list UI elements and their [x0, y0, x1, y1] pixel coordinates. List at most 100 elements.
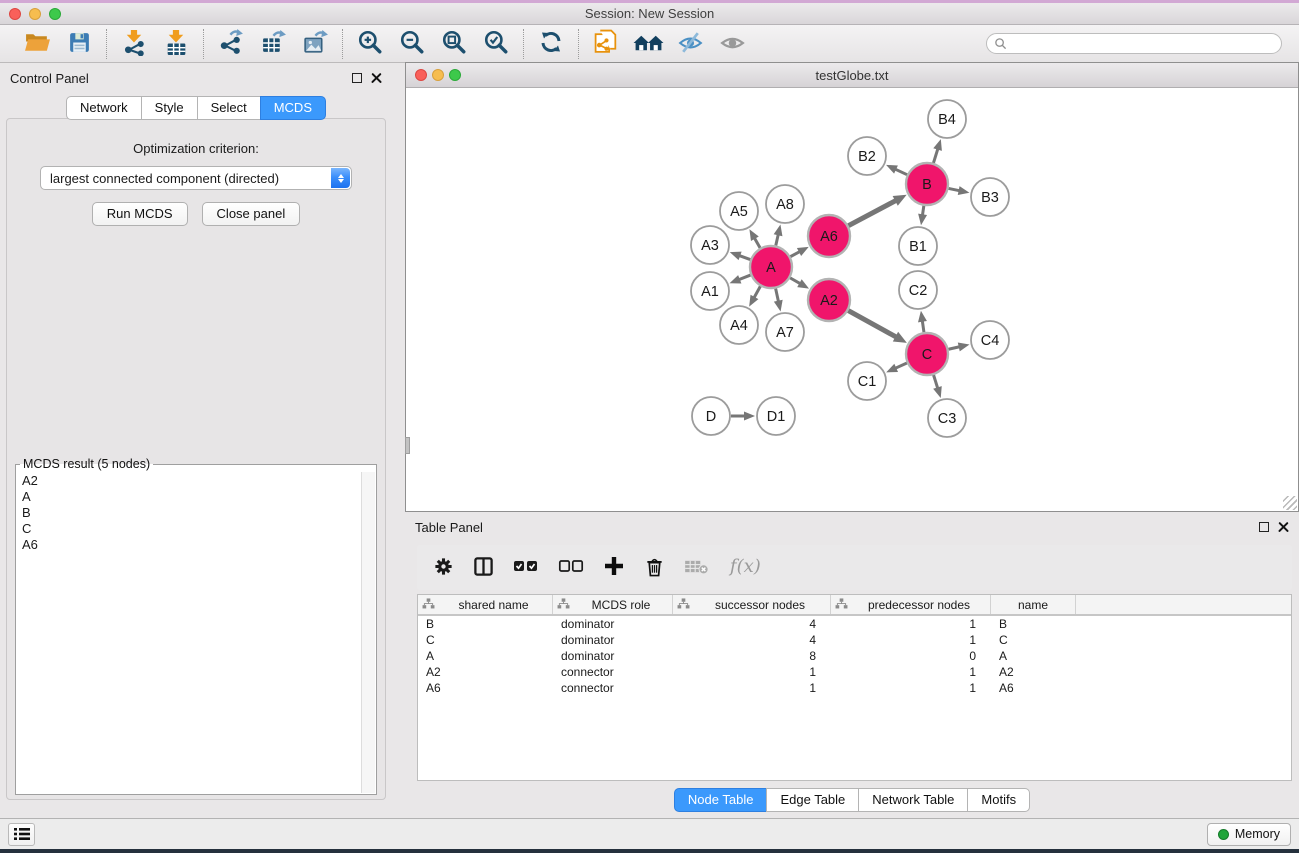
- graph-node-D1[interactable]: D1: [757, 397, 795, 435]
- show-all-button[interactable]: [715, 29, 749, 59]
- tab-mcds[interactable]: MCDS: [260, 96, 326, 120]
- clone-network-button[interactable]: [589, 29, 623, 59]
- graph-node-C1[interactable]: C1: [848, 362, 886, 400]
- result-list-item[interactable]: B: [17, 504, 361, 520]
- network-canvas[interactable]: B4 B2 B B3 A8A5 A6 A3 B1 A A1 C2 A2 A4A7 C4 C C1 D D1 C3: [406, 88, 1298, 511]
- graph-node-C2[interactable]: C2: [899, 271, 937, 309]
- run-mcds-button[interactable]: Run MCDS: [92, 202, 188, 226]
- select-all-button[interactable]: [513, 558, 539, 577]
- table-row-A6[interactable]: A6connector11A6: [418, 680, 1291, 696]
- result-list-item[interactable]: A6: [17, 536, 361, 552]
- delete-columns-button[interactable]: [644, 556, 665, 580]
- tab-edge-table[interactable]: Edge Table: [766, 788, 859, 812]
- close-window-button[interactable]: [9, 8, 21, 20]
- create-column-button[interactable]: [603, 555, 625, 580]
- show-columns-button[interactable]: [473, 556, 494, 580]
- first-neighbors-button[interactable]: [631, 29, 665, 59]
- graph-node-A2[interactable]: A2: [808, 279, 850, 321]
- graph-node-A4[interactable]: A4: [720, 306, 758, 344]
- result-list-scrollbar[interactable]: [361, 472, 375, 793]
- graph-node-B2[interactable]: B2: [848, 137, 886, 175]
- graph-edge-arrow: [918, 311, 927, 323]
- float-table-panel-icon[interactable]: [1259, 522, 1269, 532]
- tab-select[interactable]: Select: [197, 96, 261, 120]
- network-close-button[interactable]: [415, 69, 427, 81]
- result-list-item[interactable]: C: [17, 520, 361, 536]
- column-header-name[interactable]: name: [991, 595, 1076, 614]
- deselect-all-button[interactable]: [558, 558, 584, 577]
- graph-node-A8[interactable]: A8: [766, 185, 804, 223]
- tab-node-table[interactable]: Node Table: [674, 788, 768, 812]
- graph-node-B[interactable]: B: [906, 163, 948, 205]
- settings-button[interactable]: [433, 556, 454, 580]
- graph-node-A6[interactable]: A6: [808, 215, 850, 257]
- zoom-out-button[interactable]: [395, 29, 429, 59]
- graph-node-B4[interactable]: B4: [928, 100, 966, 138]
- table-row-A[interactable]: Adominator80A: [418, 648, 1291, 664]
- zoom-selected-button[interactable]: [479, 29, 513, 59]
- graph-node-A[interactable]: A: [750, 246, 792, 288]
- table-cell: A: [991, 648, 1076, 664]
- graph-node-C4[interactable]: C4: [971, 321, 1009, 359]
- graph-edge-arrow: [933, 386, 942, 398]
- table-cell: dominator: [553, 632, 673, 648]
- minimize-window-button[interactable]: [29, 8, 41, 20]
- close-panel-icon[interactable]: [371, 73, 382, 84]
- graph-node-C[interactable]: C: [906, 333, 948, 375]
- result-list-item[interactable]: A: [17, 488, 361, 504]
- network-minimize-button[interactable]: [432, 69, 444, 81]
- criterion-select[interactable]: largest connected component (directed): [40, 166, 352, 190]
- window-resize-grip[interactable]: [1283, 496, 1297, 510]
- open-session-button[interactable]: [20, 29, 54, 59]
- graph-node-label: D1: [767, 409, 786, 425]
- zoom-fit-button[interactable]: [437, 29, 471, 59]
- tab-network-table[interactable]: Network Table: [858, 788, 968, 812]
- column-header-shared-name[interactable]: shared name: [418, 595, 553, 614]
- export-image-button[interactable]: [298, 29, 332, 59]
- table-row-A2[interactable]: A2connector11A2: [418, 664, 1291, 680]
- refresh-button[interactable]: [534, 29, 568, 59]
- save-session-button[interactable]: [62, 29, 96, 59]
- export-table-button[interactable]: [256, 29, 290, 59]
- close-panel-button[interactable]: Close panel: [202, 202, 301, 226]
- table-row-C[interactable]: Cdominator41C: [418, 632, 1291, 648]
- graph-node-A5[interactable]: A5: [720, 192, 758, 230]
- memory-button[interactable]: Memory: [1207, 823, 1291, 846]
- hide-selected-button[interactable]: [673, 29, 707, 59]
- zoom-window-button[interactable]: [49, 8, 61, 20]
- float-panel-icon[interactable]: [352, 73, 362, 83]
- graph-node-B1[interactable]: B1: [899, 227, 937, 265]
- column-tree-icon: [677, 598, 694, 612]
- search-input[interactable]: [986, 33, 1282, 54]
- import-table-button[interactable]: [159, 29, 193, 59]
- table-cell: dominator: [553, 648, 673, 664]
- network-zoom-button[interactable]: [449, 69, 461, 81]
- graph-node-A3[interactable]: A3: [691, 226, 729, 264]
- graph-node-A1[interactable]: A1: [691, 272, 729, 310]
- column-header-successor-nodes[interactable]: successor nodes: [673, 595, 831, 614]
- table-cell-filler: [1076, 664, 1291, 680]
- result-list-item[interactable]: A2: [17, 472, 361, 488]
- search-field-wrap: [986, 33, 1282, 54]
- search-icon: [994, 37, 1007, 50]
- zoom-in-button[interactable]: [353, 29, 387, 59]
- column-header-predecessor-nodes[interactable]: predecessor nodes: [831, 595, 991, 614]
- graph-node-C3[interactable]: C3: [928, 399, 966, 437]
- export-network-button[interactable]: [214, 29, 248, 59]
- column-header-MCDS-role[interactable]: MCDS role: [553, 595, 673, 614]
- tab-style[interactable]: Style: [141, 96, 198, 120]
- toolbar-group: [107, 29, 203, 59]
- close-table-panel-icon[interactable]: [1278, 522, 1289, 533]
- table-row-B[interactable]: Bdominator41B: [418, 616, 1291, 632]
- mcds-result-box: MCDS result (5 nodes) A2ABCA6: [15, 457, 377, 795]
- table-cell-filler: [1076, 648, 1291, 664]
- task-history-button[interactable]: [8, 823, 35, 846]
- graph-node-B3[interactable]: B3: [971, 178, 1009, 216]
- graph-edge-A2-C: [848, 311, 897, 338]
- graph-node-A7[interactable]: A7: [766, 313, 804, 351]
- graph-node-D[interactable]: D: [692, 397, 730, 435]
- panel-resize-handle[interactable]: [405, 437, 410, 454]
- tab-motifs[interactable]: Motifs: [967, 788, 1030, 812]
- import-network-button[interactable]: [117, 29, 151, 59]
- tab-network[interactable]: Network: [66, 96, 142, 120]
